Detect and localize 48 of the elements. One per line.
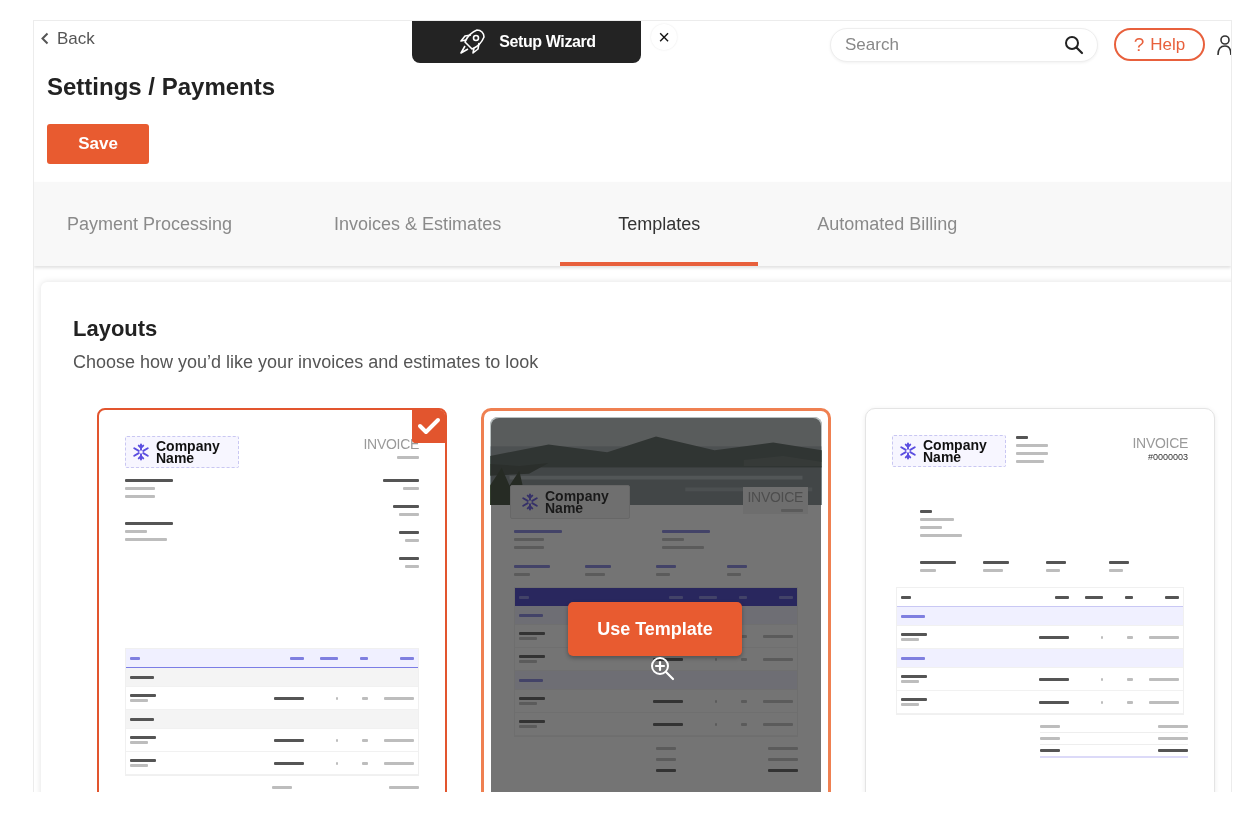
meta-drawing: [399, 530, 419, 543]
snowflake-icon: [521, 493, 539, 511]
setup-wizard-tab[interactable]: Setup Wizard: [412, 21, 641, 63]
search-icon: [1064, 34, 1084, 55]
help-button[interactable]: ? Help: [1114, 28, 1205, 61]
tab[interactable]: Templates: [560, 182, 759, 266]
chevron-left-icon: [41, 32, 49, 45]
tab[interactable]: Payment Processing: [34, 182, 266, 266]
document-title: INVOICE: [1132, 435, 1188, 451]
address-drawing: [662, 529, 710, 550]
search-field[interactable]: Search: [830, 27, 1098, 62]
use-template-button[interactable]: Use Template: [568, 602, 742, 656]
address-drawing: [125, 521, 173, 542]
meta-drawing: [393, 504, 419, 517]
address-drawing: [125, 478, 173, 499]
address-drawing: [514, 529, 562, 550]
zoom-in-icon[interactable]: [650, 656, 676, 682]
meta-drawing: [585, 564, 611, 577]
meta-drawing: [399, 556, 419, 569]
meta-drawing: [983, 560, 1009, 573]
meta-drawing: [656, 564, 676, 577]
document-title: INVOICE: [363, 436, 419, 452]
back-link[interactable]: Back: [41, 28, 95, 49]
template-card[interactable]: Company Name INVOICE #0000003: [865, 408, 1215, 792]
save-button[interactable]: Save: [47, 124, 149, 164]
section-subtitle: Choose how you’d like your invoices and estimates to look: [73, 351, 539, 374]
close-button[interactable]: ×: [651, 24, 677, 50]
snowflake-icon: [899, 442, 917, 460]
tab[interactable]: Automated Billing: [784, 182, 991, 266]
rocket-icon: [457, 26, 488, 57]
company-name: Company Name: [156, 440, 221, 464]
company-name: Company Name: [923, 439, 988, 463]
meta-drawing: [1046, 560, 1066, 573]
question-mark-icon: ?: [1133, 33, 1145, 56]
section-title: Layouts: [73, 315, 158, 343]
tab[interactable]: Invoices & Estimates: [301, 182, 535, 266]
meta-drawing: [514, 564, 550, 577]
snowflake-icon: [132, 443, 150, 461]
person-icon[interactable]: [1217, 33, 1231, 56]
meta-drawing: [727, 564, 747, 577]
company-name: Company Name: [545, 490, 610, 514]
meta-drawing: [920, 560, 956, 573]
page-title: Settings / Payments: [47, 72, 276, 102]
meta-drawing: [1109, 560, 1129, 573]
address-drawing: [920, 509, 962, 538]
template-card[interactable]: Company Name INVOICE: [97, 408, 447, 792]
invoice-number: #0000003: [1147, 451, 1188, 463]
meta-drawing: [383, 478, 419, 491]
